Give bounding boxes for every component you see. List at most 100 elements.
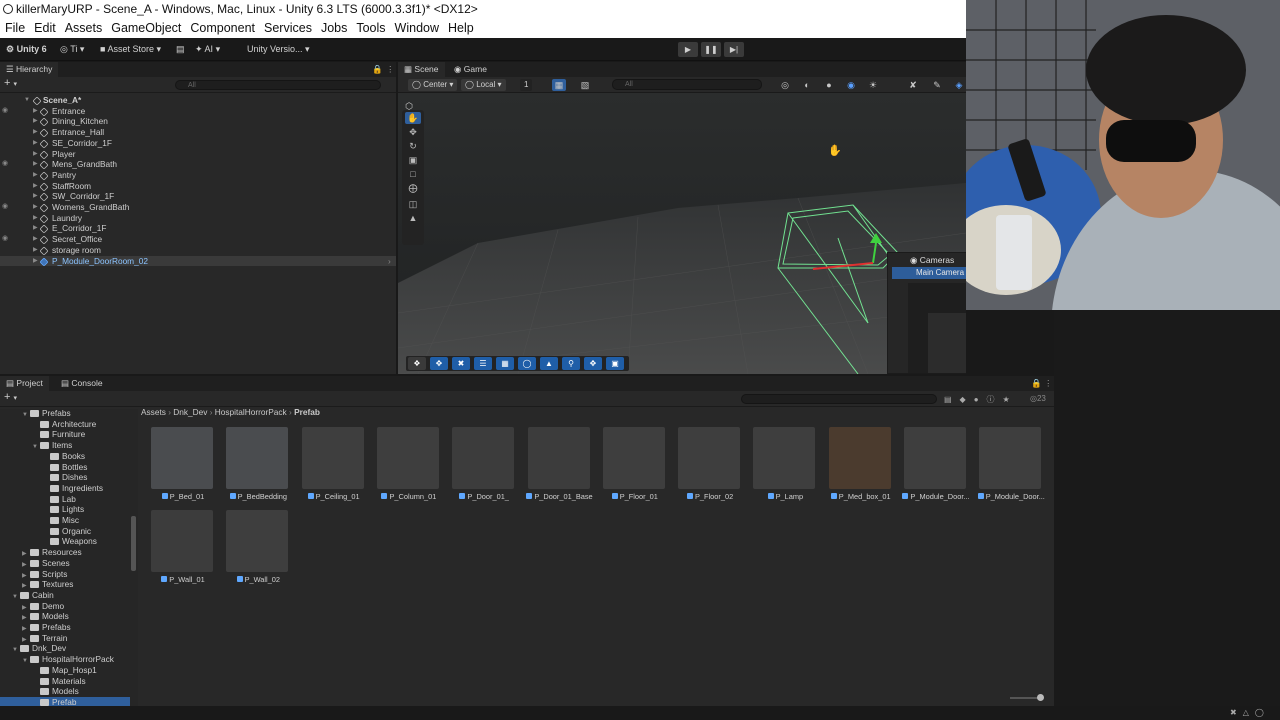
folder-expand-icon[interactable]: ▼ [22, 656, 30, 667]
play-icon[interactable]: ▶ [678, 42, 698, 57]
pivot-center-dropdown[interactable]: ◯ Center ▾ [408, 79, 458, 91]
menu-component[interactable]: Component [185, 19, 259, 38]
expand-arrow-icon[interactable]: ▶ [33, 170, 38, 181]
rect-tool-icon[interactable]: □ [405, 168, 421, 180]
cloud-button[interactable]: ◎ Ti ▾ [60, 42, 84, 57]
project-folder-item[interactable]: ▶ Demo [22, 601, 138, 612]
expand-arrow-icon[interactable]: ▶ [33, 245, 38, 256]
breadcrumb-item[interactable]: Assets [141, 407, 166, 417]
account-button[interactable]: ⚙ Unity 6 [6, 42, 47, 57]
snap-value-field[interactable]: 1 [520, 79, 533, 91]
hierarchy-item[interactable]: ▶ Pantry [0, 170, 396, 181]
grid-visibility-icon[interactable]: ▧ [578, 79, 592, 91]
menu-help[interactable]: Help [443, 19, 478, 38]
expand-arrow-icon[interactable]: ▶ [33, 234, 38, 245]
rotate-tool-icon[interactable]: ↻ [405, 140, 421, 152]
lighting-icon[interactable]: ◉ [844, 79, 858, 91]
asset-item[interactable]: P_BedBedding [220, 427, 289, 507]
asset-item[interactable]: P_Bed_01 [145, 427, 213, 507]
tree-scrollbar[interactable] [131, 516, 136, 571]
overlay-tool-2-icon[interactable]: ✥ [430, 357, 448, 370]
hierarchy-item[interactable]: ▶ P_Module_DoorRoom_02 › [0, 255, 396, 267]
expand-arrow-icon[interactable]: ▶ [33, 159, 38, 170]
expand-arrow-icon[interactable]: ▶ [33, 213, 38, 224]
hierarchy-item[interactable]: ▶ Entrance ◉ [0, 106, 396, 117]
expand-arrow-icon[interactable]: ▶ [33, 256, 38, 267]
expand-arrow-icon[interactable]: ▼ [24, 95, 30, 106]
globe-icon[interactable]: ◎ [778, 79, 792, 91]
folder-expand-icon[interactable]: ▼ [32, 442, 40, 453]
scale-tool-icon[interactable]: ▣ [405, 154, 421, 166]
project-folder-item[interactable]: Books [42, 451, 138, 462]
asset-item[interactable]: P_Column_01 [371, 427, 439, 507]
hierarchy-item[interactable]: ▶ Secret_Office ◉ [0, 234, 396, 245]
hierarchy-item[interactable]: ▶ Mens_GrandBath ◉ [0, 159, 396, 170]
expand-arrow-icon[interactable]: ▶ [33, 149, 38, 160]
hierarchy-item[interactable]: ▶ SE_Corridor_1F [0, 138, 396, 149]
ai-button[interactable]: ✦ AI ▾ [195, 42, 220, 57]
create-asset-button[interactable]: + ▾ [4, 391, 17, 403]
project-folder-item[interactable]: Furniture [32, 429, 138, 440]
project-folder-item[interactable]: Lab [42, 494, 138, 505]
overlay-tool-4-icon[interactable]: ☰ [474, 357, 492, 370]
hidden-objects-icon[interactable]: ✘ [906, 79, 920, 91]
menu-gameobject[interactable]: GameObject [106, 19, 185, 38]
visibility-eye-icon[interactable]: ◉ [2, 106, 8, 117]
project-folder-item[interactable]: ▼ Prefabs [22, 408, 138, 419]
breadcrumb-item[interactable]: Prefab [294, 407, 320, 417]
overlay-tool-3-icon[interactable]: ✖ [452, 357, 470, 370]
filter-icons[interactable]: ▤◆●ⓘ★ [944, 394, 1018, 405]
tab-scene[interactable]: ▦ Scene [398, 62, 445, 77]
asset-item[interactable]: P_Module_Door... [973, 427, 1045, 507]
scene-viewport[interactable]: ✋ [398, 93, 966, 374]
add-object-button[interactable]: + ▾ [4, 77, 17, 89]
hierarchy-item[interactable]: ▶ Dining_Kitchen [0, 116, 396, 127]
expand-arrow-icon[interactable]: ▶ [33, 127, 38, 138]
project-folder-item[interactable]: ▶ Resources [22, 547, 138, 558]
main-camera-item[interactable]: Main Camera [892, 267, 966, 279]
grid-snap-icon[interactable]: ▦ [552, 79, 566, 91]
project-folder-item[interactable]: ▼ HospitalHorrorPack [22, 654, 138, 665]
asset-item[interactable]: P_Module_Door... [898, 427, 970, 507]
project-folder-item[interactable]: Weapons [42, 536, 138, 547]
custom-tool-icon[interactable]: ◫ [405, 198, 421, 210]
breadcrumb-item[interactable]: Dnk_Dev [173, 407, 207, 417]
breadcrumb-item[interactable]: HospitalHorrorPack [215, 407, 287, 417]
cameras-overlay[interactable]: ◉ Cameras Main Camera [887, 252, 966, 374]
render-mode-icon[interactable]: ◈ [952, 79, 966, 91]
project-folder-item[interactable]: Misc [42, 515, 138, 526]
pause-icon[interactable]: ❚❚ [701, 42, 721, 57]
menu-edit[interactable]: Edit [29, 19, 60, 38]
project-folder-item[interactable]: ▼ Items [32, 440, 138, 451]
project-folder-item[interactable]: ▶ Scenes [22, 558, 138, 569]
hierarchy-item[interactable]: ▶ StaffRoom [0, 181, 396, 192]
asset-item[interactable]: P_Lamp [747, 427, 816, 507]
project-folder-item[interactable]: Organic [42, 526, 138, 537]
step-icon[interactable]: ▶| [724, 42, 744, 57]
folder-expand-icon[interactable]: ▼ [22, 410, 30, 421]
scene-search-input[interactable]: All [612, 79, 762, 90]
project-search-input[interactable] [741, 394, 937, 404]
tab-game[interactable]: ◉ Game [448, 62, 493, 77]
hierarchy-item[interactable]: ▶ Womens_GrandBath ◉ [0, 202, 396, 213]
overlay-tool-5-icon[interactable]: ▦ [496, 357, 514, 370]
asset-item[interactable]: P_Floor_01 [597, 427, 665, 507]
menu-services[interactable]: Services [259, 19, 316, 38]
tab-project[interactable]: ▤ Project [0, 376, 49, 391]
package-icon[interactable]: ▤ [176, 42, 185, 57]
tab-console[interactable]: ▤ Console [55, 376, 109, 391]
extra-tool-icon[interactable]: ▲ [405, 212, 421, 224]
asset-store-button[interactable]: ■ Asset Store ▾ [100, 42, 161, 57]
hierarchy-item[interactable]: ▶ Laundry [0, 213, 396, 224]
project-folder-item[interactable]: ▶ Terrain [22, 633, 138, 644]
overlay-tool-7-icon[interactable]: ▲ [540, 357, 558, 370]
expand-arrow-icon[interactable]: ▶ [33, 223, 38, 234]
move-tool-icon[interactable]: ✥ [405, 126, 421, 138]
visibility-eye-icon[interactable]: ◉ [2, 234, 8, 245]
menu-window[interactable]: Window [390, 19, 443, 38]
hand-tool-icon[interactable]: ✋ [405, 112, 421, 124]
local-space-dropdown[interactable]: ◯ Local ▾ [461, 79, 506, 91]
project-folder-item[interactable]: Dishes [42, 472, 138, 483]
asset-item[interactable]: P_Floor_02 [672, 427, 741, 507]
open-prefab-icon[interactable]: › [388, 256, 391, 267]
